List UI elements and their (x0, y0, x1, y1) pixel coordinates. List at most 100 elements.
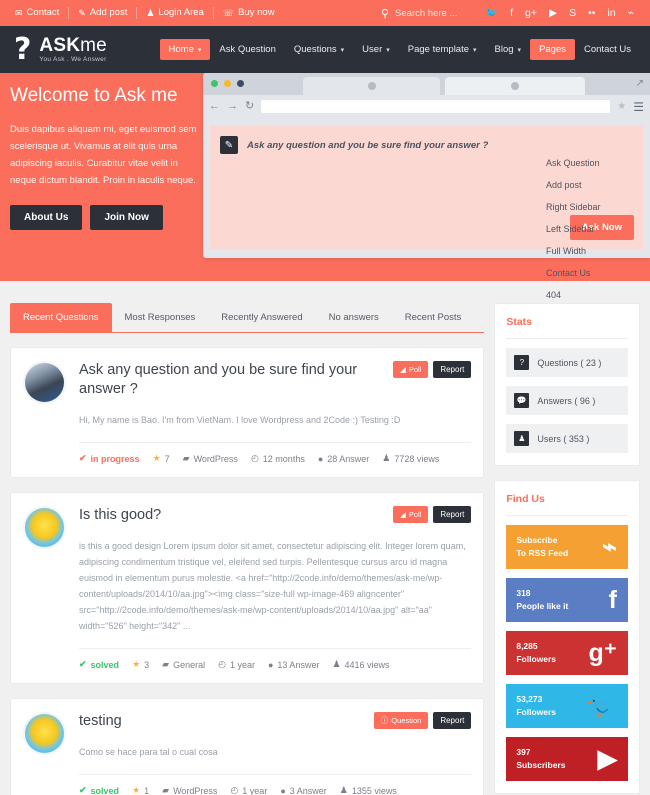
category: ▰ General (162, 659, 205, 670)
find-us-twitter[interactable]: 53,273 Followers 🐦 (506, 684, 628, 728)
back-arrow-icon[interactable]: ← (209, 101, 220, 112)
browser-tab-2[interactable] (445, 77, 585, 95)
facebook-icon: f (608, 585, 617, 614)
category-label: General (173, 659, 206, 670)
tab-recent-posts[interactable]: Recent Posts (392, 303, 475, 332)
content-column: Recent Questions Most Responses Recently A… (10, 303, 485, 795)
search-area[interactable]: ⚲ (381, 7, 470, 20)
nav-item-ask-question[interactable]: Ask Question (210, 39, 285, 60)
dropdown-item-full-width[interactable]: Full Width (533, 240, 650, 262)
question-mark-icon: ? (514, 355, 530, 370)
sidebar: Stats ? Questions ( 23 ) 💬 Answers ( 96 ) ♟ U… (494, 303, 640, 795)
nav-item-label: Pages (539, 44, 566, 55)
badge-label: Question (391, 716, 422, 725)
window-maximize-dot[interactable] (237, 80, 244, 87)
timestamp-label: 1 year (229, 659, 255, 670)
rss-icon[interactable]: ⌁ (622, 6, 640, 20)
question-excerpt: is this a good design Lorem ipsum dolor … (79, 541, 466, 631)
nav-item-pages[interactable]: Pages (530, 39, 575, 60)
google-plus-icon[interactable]: g+ (519, 6, 543, 20)
tab-no-answers[interactable]: No answers (316, 303, 392, 332)
forward-arrow-icon[interactable]: → (227, 101, 238, 112)
find-us-number: Subscribe (516, 535, 558, 545)
dropdown-item-add-post[interactable]: Add post (533, 174, 650, 196)
dropdown-item-contact-us[interactable]: Contact Us (533, 262, 650, 284)
report-button[interactable]: Report (433, 712, 472, 729)
badge-label: Poll (408, 510, 422, 519)
reload-icon[interactable]: ↻ (245, 101, 254, 112)
view-count-label: 7728 views (394, 453, 440, 464)
status-badge: ✔ in progress (79, 453, 140, 464)
tab-most-responses[interactable]: Most Responses (112, 303, 209, 332)
topbar-link-contact[interactable]: ✉ Contact (10, 7, 70, 19)
card-badges: ⓘ Question Report (373, 712, 472, 729)
topbar-link-label: Add post (89, 7, 128, 18)
question-mark-logo-icon: ? (14, 31, 32, 67)
clock-icon: ◴ (230, 785, 239, 795)
stat-row[interactable]: 💬 Answers ( 96 ) (506, 386, 628, 415)
flickr-icon[interactable]: •• (582, 6, 601, 20)
folder-icon: ▰ (162, 659, 170, 669)
dropdown-item-left-sidebar[interactable]: Left Sidebar (533, 218, 650, 240)
topbar-link-login-area[interactable]: ♟ Login Area (137, 7, 214, 19)
linkedin-icon[interactable]: in (601, 6, 621, 20)
card-badges: ◢ Poll Report (393, 361, 472, 378)
divider (79, 442, 472, 443)
nav-item-home[interactable]: Home ▾ (159, 39, 211, 60)
dropdown-item-404[interactable]: 404 (533, 284, 650, 306)
join-now-button[interactable]: Join Now (90, 205, 163, 230)
site-logo[interactable]: ? ASKme You Ask . We Answer (10, 31, 107, 67)
poll-badge[interactable]: ◢ Poll (393, 361, 429, 378)
skype-icon[interactable]: S (563, 6, 582, 20)
tab-recently-answered[interactable]: Recently Answered (208, 303, 315, 332)
envelope-icon: ✉ (15, 8, 23, 18)
topbar-link-add-post[interactable]: ✎ Add post (69, 7, 138, 19)
find-us-rss[interactable]: Subscribe To RSS Feed ⌁ (506, 525, 628, 569)
divider (79, 774, 472, 775)
window-minimize-dot[interactable] (224, 80, 231, 87)
youtube-icon[interactable]: ▶ (543, 6, 563, 20)
question-card: Ask any question and you be sure find yo… (10, 347, 485, 478)
bookmark-star-icon[interactable]: ★ (617, 101, 626, 112)
find-us-youtube[interactable]: 397 Subscribers ▶ (506, 737, 628, 781)
nav-item-blog[interactable]: Blog ▾ (486, 39, 531, 60)
question-badge[interactable]: ⓘ Question (373, 712, 429, 729)
pencil-icon: ✎ (220, 136, 238, 154)
about-us-button[interactable]: About Us (10, 205, 83, 230)
url-input[interactable] (261, 100, 611, 113)
dropdown-item-ask-question[interactable]: Ask Question (533, 152, 650, 174)
dropdown-item-right-sidebar[interactable]: Right Sidebar (533, 196, 650, 218)
report-button[interactable]: Report (433, 506, 472, 523)
check-icon: ✔ (79, 659, 87, 669)
browser-tab-1[interactable] (303, 77, 440, 95)
nav-item-page-template[interactable]: Page template ▾ (399, 39, 486, 60)
topbar-link-buy-now[interactable]: ☏ Buy now (214, 7, 284, 19)
find-us-facebook[interactable]: 318 People like it f (506, 578, 628, 622)
status-badge: ✔ solved (79, 659, 119, 670)
poll-badge[interactable]: ◢ Poll (393, 506, 429, 523)
answer-count-label: 3 Answer (289, 785, 327, 795)
clock-icon: ◴ (218, 659, 226, 669)
window-close-dot[interactable] (211, 80, 218, 87)
nav-item-label: User (362, 44, 383, 55)
topbar-link-label: Contact (26, 7, 60, 18)
top-bar-right: ⚲ 🐦fg+▶S••in⌁ (381, 6, 640, 20)
nav-item-contact-us[interactable]: Contact Us (575, 39, 640, 60)
stat-row[interactable]: ? Questions ( 23 ) (506, 348, 628, 377)
search-input[interactable] (395, 7, 470, 19)
hamburger-menu-icon[interactable]: ☰ (633, 100, 644, 114)
vote-count-label: 3 (144, 659, 150, 670)
stat-row[interactable]: ♟ Users ( 353 ) (506, 424, 628, 453)
report-button[interactable]: Report (433, 361, 472, 378)
find-us-widget-title: Find Us (506, 493, 628, 516)
chevron-down-icon: ▾ (473, 46, 477, 54)
nav-item-user[interactable]: User ▾ (353, 39, 399, 60)
find-us-google-plus[interactable]: 8,285 Followers g⁺ (506, 631, 628, 675)
facebook-icon[interactable]: f (504, 6, 519, 20)
twitter-icon[interactable]: 🐦 (479, 6, 504, 20)
timestamp: ◴ 1 year (230, 785, 267, 795)
tab-recent-questions[interactable]: Recent Questions (10, 303, 112, 332)
chevron-down-icon: ▾ (197, 46, 202, 54)
nav-item-questions[interactable]: Questions ▾ (285, 39, 353, 60)
expand-icon[interactable]: ↗ (636, 78, 644, 89)
